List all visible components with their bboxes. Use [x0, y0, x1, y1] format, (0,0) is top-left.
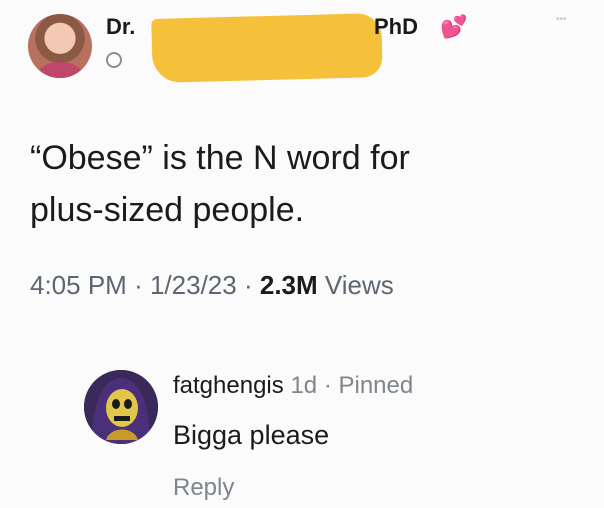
author-name-suffix: PhD: [374, 14, 418, 39]
views-count: 2.3M: [259, 270, 318, 300]
tweet-text: “Obese” is the N word for plus-sized peo…: [30, 139, 410, 229]
views-label: Views: [324, 270, 394, 300]
redaction-scribble: [151, 13, 383, 83]
meta-separator: ·: [134, 270, 143, 300]
author-avatar[interactable]: [28, 14, 92, 78]
comment-age: 1d: [290, 372, 318, 399]
comment-header: fatghengis 1d · Pinned: [173, 372, 413, 400]
tweet-date: 1/23/23: [149, 270, 237, 300]
meta-separator: ·: [243, 270, 253, 300]
comment-text: Bigga please: [173, 420, 330, 450]
author-name-row: Dr. PhD 💕: [106, 13, 586, 83]
reply-button[interactable]: Reply: [173, 474, 234, 502]
commenter-username[interactable]: fatghengis: [173, 372, 284, 399]
tweet-time: 4:05 PM: [30, 270, 127, 300]
more-options-icon[interactable]: •••: [556, 14, 567, 25]
hearts-emoji-icon: 💕: [440, 14, 468, 39]
pinned-label: Pinned: [338, 372, 414, 399]
skeletor-avatar-icon: [84, 370, 158, 444]
comment-separator: ·: [323, 372, 332, 399]
commenter-avatar[interactable]: [84, 370, 158, 444]
tweet-meta: 4:05 PM · 1/23/23 · 2.3M Views: [30, 270, 394, 301]
author-name-prefix: Dr.: [106, 14, 136, 39]
handle-at-icon: [106, 52, 122, 68]
